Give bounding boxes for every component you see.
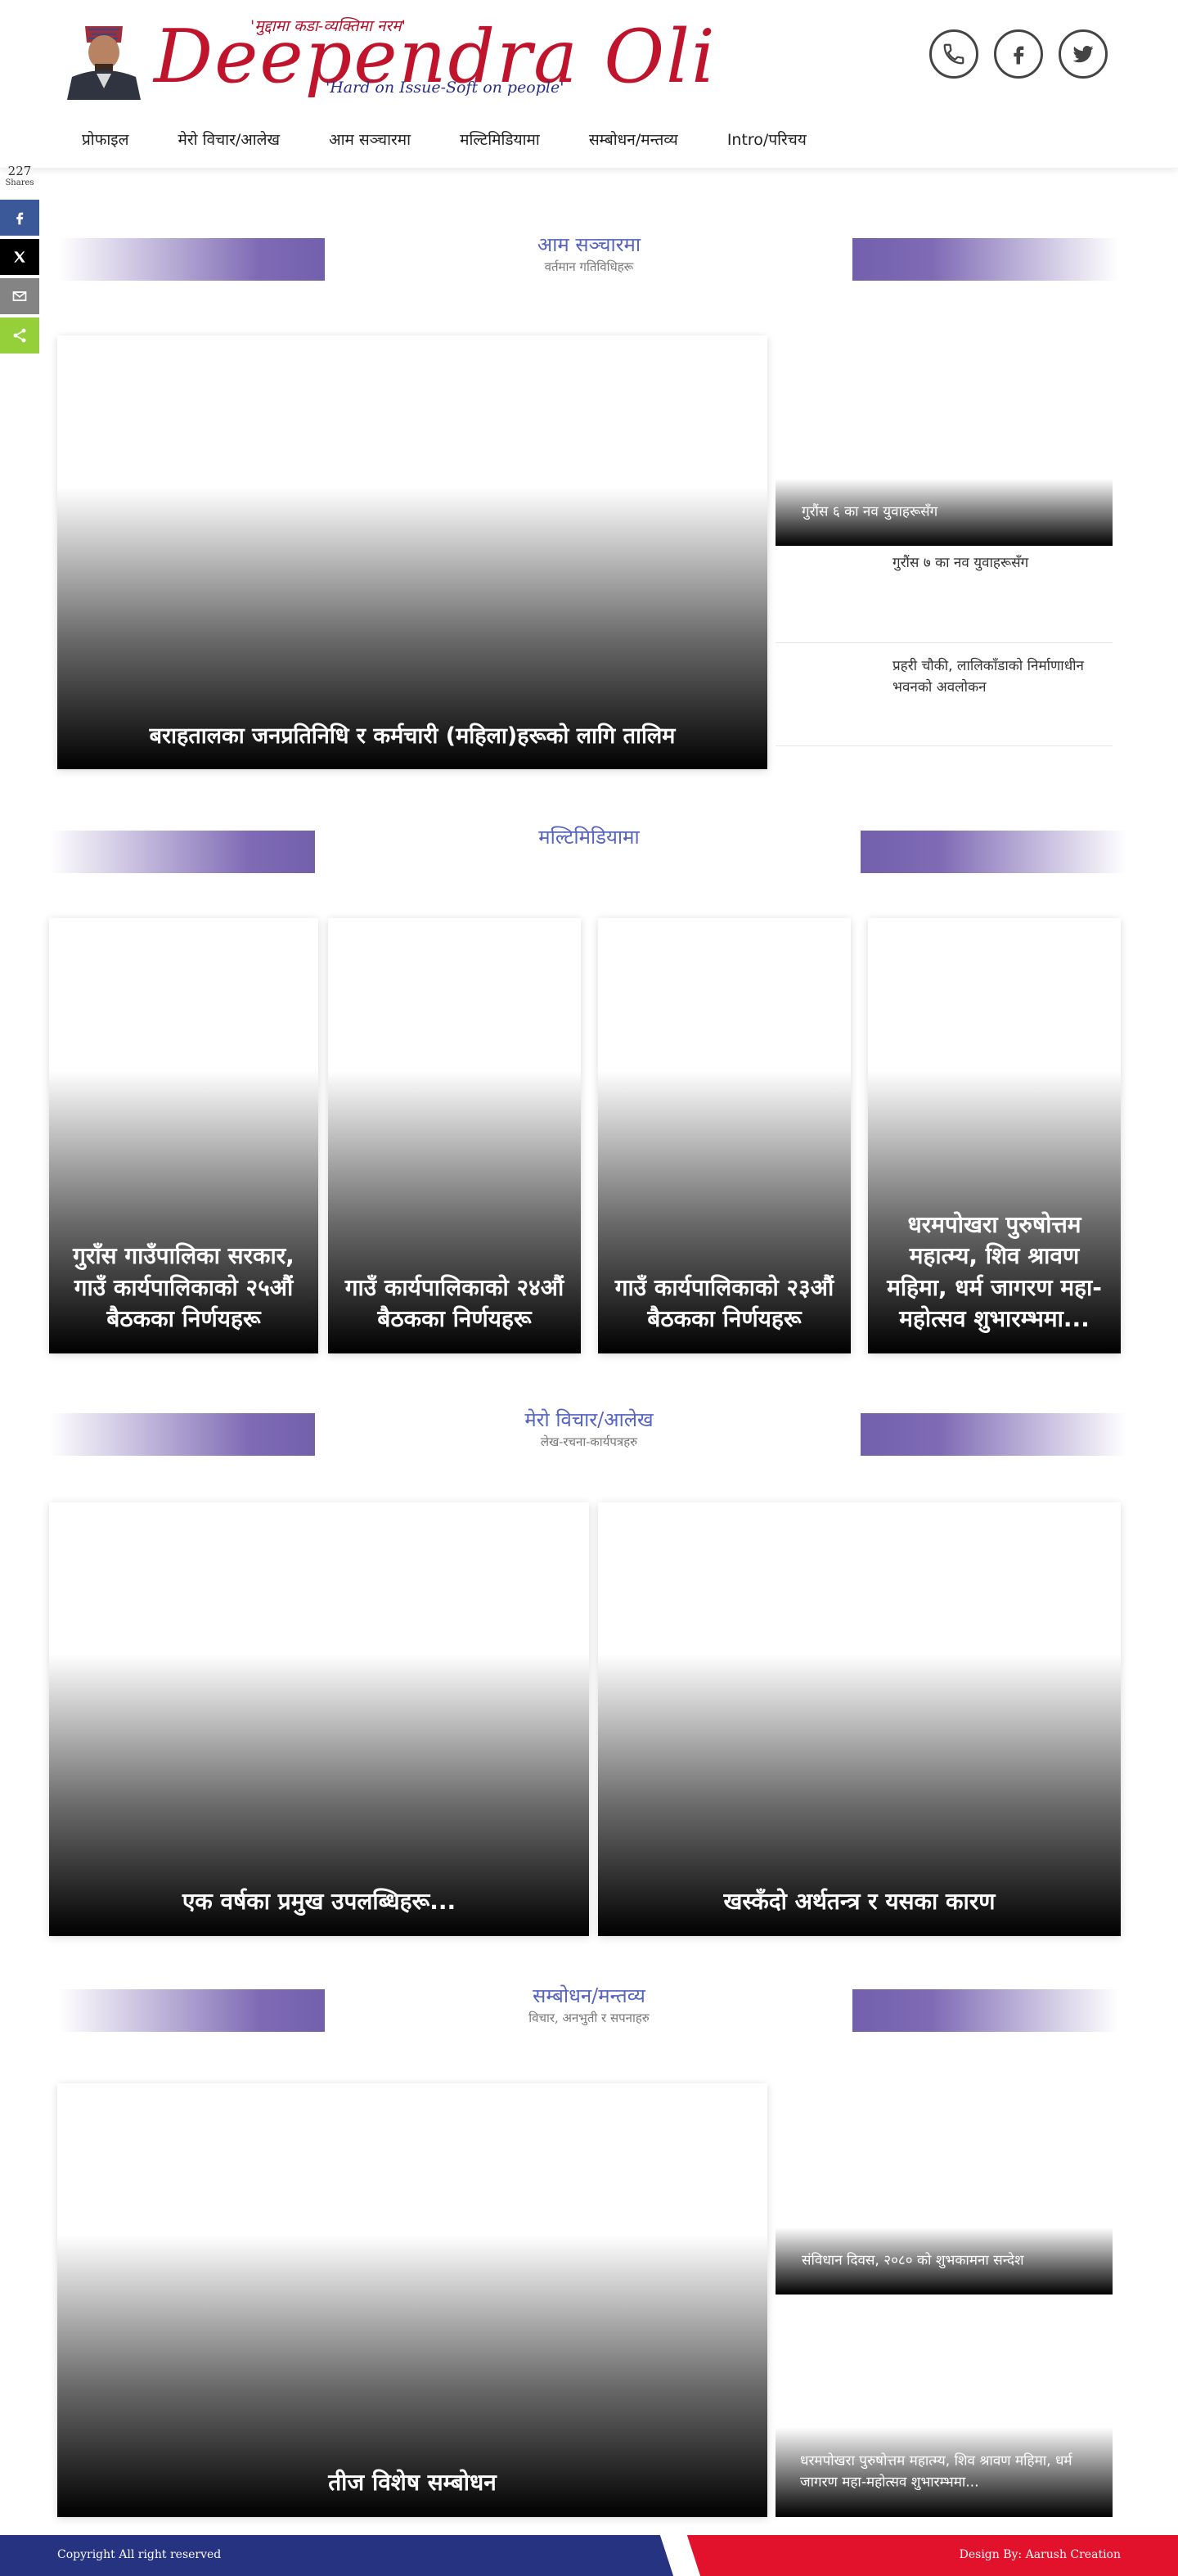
facebook-icon bbox=[16, 212, 24, 225]
site-logo[interactable]: Deependra Oli 'मुद्दामा कडा-व्यक्तिमा नर… bbox=[64, 10, 715, 101]
share-more-button[interactable] bbox=[0, 317, 39, 354]
tagline-bottom: 'Hard on Issue-Soft on people' bbox=[326, 79, 564, 97]
section-subtitle: विचार, अनभुती र सपनाहरु bbox=[528, 2011, 650, 2025]
avatar bbox=[64, 10, 144, 100]
card-caption: गुरौंस ६ का नव युवाहरूसँग bbox=[802, 503, 938, 520]
list-item-title: प्रहरी चौकी, लालिकाँडाको निर्माणाधीन भवन… bbox=[892, 658, 1084, 696]
section-heading-articles: मेरो विचार/आलेख लेख-रचना-कार्यपत्रहरु bbox=[0, 1406, 1178, 1456]
card-caption: गाउँ कार्यपालिकाको २४औं बैठकका निर्णयहरू bbox=[344, 1273, 564, 1333]
card-caption: बराहतालका जनप्रतिनिधि र कर्मचारी (महिला)… bbox=[149, 723, 676, 749]
nav-item-multimedia[interactable]: मल्टिमिडियामा bbox=[460, 128, 540, 150]
card-caption: तीज विशेष सम्बोधन bbox=[328, 2469, 497, 2497]
section-heading-speeches: सम्बोधन/मन्तव्य विचार, अनभुती र सपनाहरु bbox=[0, 1982, 1178, 2032]
media-side-feature[interactable]: गुरौंस ६ का नव युवाहरूसँग bbox=[776, 479, 1113, 546]
media-side-item[interactable]: प्रहरी चौकी, लालिकाँडाको निर्माणाधीन भवन… bbox=[776, 643, 1113, 746]
section-subtitle: लेख-रचना-कार्यपत्रहरु bbox=[540, 1434, 638, 1449]
article-card[interactable]: खस्कँदो अर्थतन्त्र र यसका कारण bbox=[598, 1502, 1121, 1936]
card-caption: संविधान दिवस, २०८० को शुभकामना सन्देश bbox=[802, 2252, 1024, 2269]
nav-item-media[interactable]: आम सञ्चारमा bbox=[329, 128, 411, 150]
section-subtitle: वर्तमान गतिविधिहरू bbox=[544, 259, 634, 274]
section-title: मल्टिमिडियामा bbox=[538, 826, 640, 849]
nav-item-profile[interactable]: प्रोफाइल bbox=[82, 128, 129, 150]
section-heading-multimedia: मल्टिमिडियामा bbox=[0, 823, 1178, 873]
card-caption: गाउँ कार्यपालिकाको २३औं बैठकका निर्णयहरू bbox=[614, 1273, 834, 1333]
site-header: Deependra Oli 'मुद्दामा कडा-व्यक्तिमा नर… bbox=[0, 0, 1178, 168]
share-email-button[interactable] bbox=[0, 278, 39, 314]
section-title: मेरो विचार/आलेख bbox=[524, 1408, 654, 1431]
facebook-link[interactable] bbox=[994, 29, 1043, 79]
speech-side-feature[interactable]: धरमपोखरा पुरुषोत्तम महात्म्य, शिव श्रावण… bbox=[776, 2427, 1113, 2517]
section-title: आम सञ्चारमा bbox=[537, 233, 641, 256]
nav-item-intro[interactable]: Intro/परिचय bbox=[727, 128, 807, 150]
media-side-item[interactable]: गुरौंस ७ का नव युवाहरूसँग bbox=[776, 547, 1113, 643]
copyright-text: Copyright All right reserved bbox=[57, 2548, 222, 2561]
share-count-number: 227 bbox=[7, 164, 32, 178]
card-caption: धरमपोखरा पुरुषोत्तम महात्म्य, शिव श्रावण… bbox=[887, 1210, 1102, 1333]
card-caption: धरमपोखरा पुरुषोत्तम महात्म्य, शिव श्रावण… bbox=[800, 2452, 1072, 2491]
phone-link[interactable] bbox=[929, 29, 978, 79]
article-card[interactable]: एक वर्षका प्रमुख उपलब्धिहरू... bbox=[49, 1502, 589, 1936]
card-caption: गुराँस गाउँपालिका सरकार, गाउँ कार्यपालिक… bbox=[73, 1242, 294, 1333]
share-icon bbox=[13, 328, 26, 343]
nav-item-speeches[interactable]: सम्बोधन/मन्तव्य bbox=[589, 128, 678, 150]
facebook-icon bbox=[1014, 46, 1024, 65]
speech-side-feature[interactable]: संविधान दिवस, २०८० को शुभकामना सन्देश bbox=[776, 2227, 1113, 2295]
twitter-icon bbox=[1072, 46, 1094, 63]
share-count: 227 Shares bbox=[0, 164, 39, 196]
twitter-link[interactable] bbox=[1059, 29, 1108, 79]
phone-icon bbox=[943, 43, 964, 65]
multimedia-card[interactable]: धरमपोखरा पुरुषोत्तम महात्म्य, शिव श्रावण… bbox=[868, 918, 1121, 1353]
site-footer: Copyright All right reserved Design By: … bbox=[0, 2535, 1178, 2576]
speech-main-card[interactable]: तीज विशेष सम्बोधन bbox=[57, 2083, 767, 2517]
nav-item-articles[interactable]: मेरो विचार/आलेख bbox=[178, 128, 281, 150]
media-main-card[interactable]: बराहतालका जनप्रतिनिधि र कर्मचारी (महिला)… bbox=[57, 336, 767, 769]
tagline-top: 'मुद्दामा कडा-व्यक्तिमा नरम' bbox=[250, 17, 406, 35]
email-icon bbox=[12, 291, 27, 301]
card-caption: एक वर्षका प्रमुख उपलब्धिहरू... bbox=[182, 1888, 456, 1916]
multimedia-card[interactable]: गुराँस गाउँपालिका सरकार, गाउँ कार्यपालिक… bbox=[49, 918, 318, 1353]
main-nav: प्रोफाइल मेरो विचार/आलेख आम सञ्चारमा मल्… bbox=[0, 110, 1178, 168]
designer-credit[interactable]: Design By: Aarush Creation bbox=[960, 2548, 1121, 2561]
section-title: सम्बोधन/मन्तव्य bbox=[533, 1984, 645, 2007]
share-count-label: Shares bbox=[5, 178, 34, 187]
card-caption: खस्कँदो अर्थतन्त्र र यसका कारण bbox=[723, 1888, 996, 1916]
multimedia-card[interactable]: गाउँ कार्यपालिकाको २४औं बैठकका निर्णयहरू bbox=[328, 918, 581, 1353]
multimedia-card[interactable]: गाउँ कार्यपालिकाको २३औं बैठकका निर्णयहरू bbox=[598, 918, 851, 1353]
list-item-title: गुरौंस ७ का नव युवाहरूसँग bbox=[892, 555, 1029, 571]
section-heading-media: आम सञ्चारमा वर्तमान गतिविधिहरू bbox=[0, 231, 1178, 281]
